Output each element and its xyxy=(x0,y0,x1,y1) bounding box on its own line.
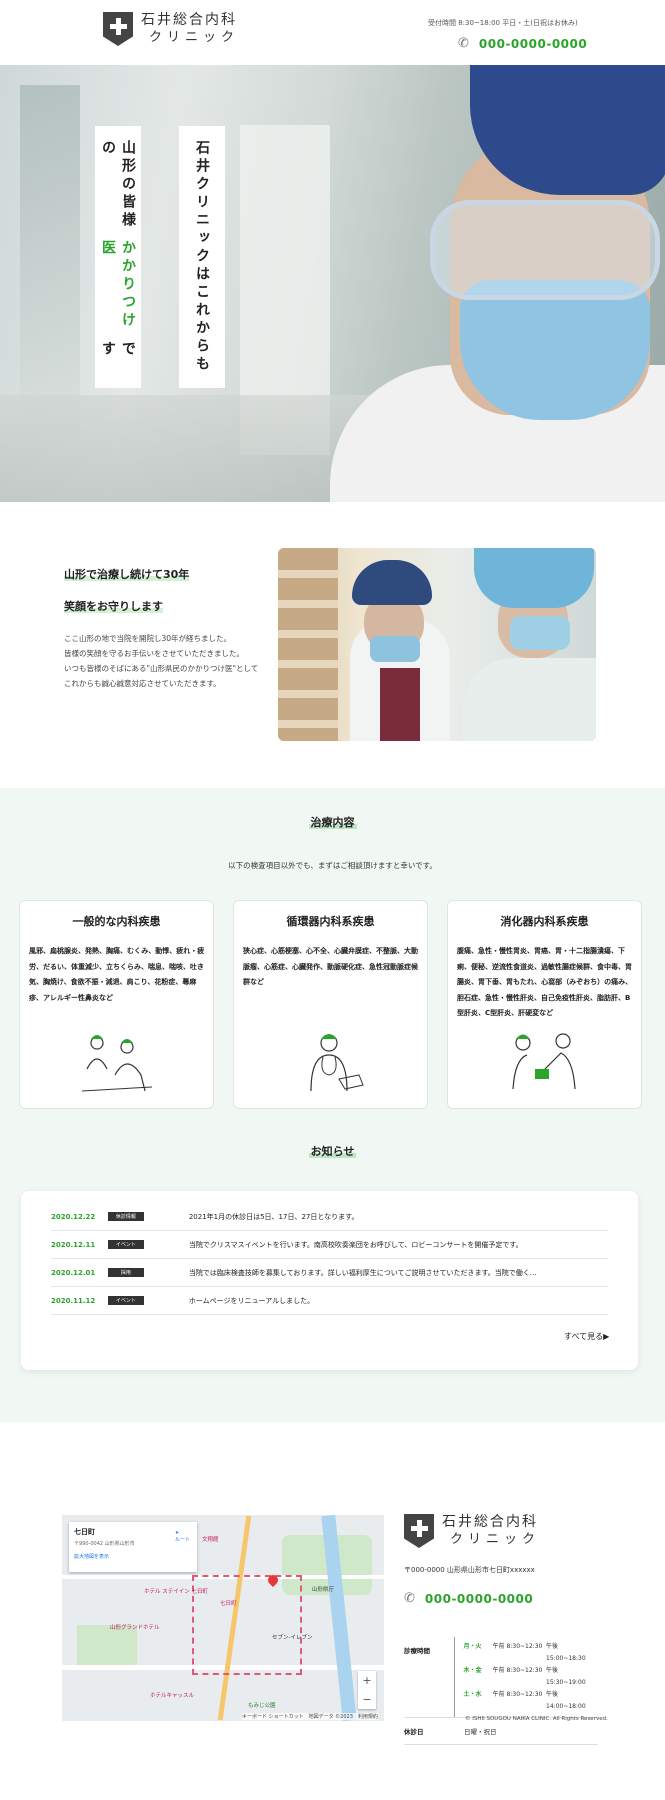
map-attribution[interactable]: キーボード ショートカット 地図データ ©2023 利用規約 xyxy=(242,1713,378,1720)
service-card-gastro[interactable]: 消化器内科系疾患 腹痛、急性・慢性胃炎、胃癌、胃・十二指腸潰瘍、下痢、便秘、逆流… xyxy=(447,900,642,1109)
news-tag: 採用 xyxy=(107,1268,144,1277)
footer-clinic-logo[interactable]: 石井総合内科 クリニック xyxy=(404,1514,540,1548)
news-item[interactable]: 2020.11.12 イベント ホームページをリニューアルしました。 xyxy=(51,1287,608,1315)
news-item[interactable]: 2020.12.11 イベント 当院でクリスマスイベントを行います。南高校吹奏楽… xyxy=(51,1231,608,1259)
doctor-consultation-illustration xyxy=(81,1035,153,1092)
services-subtitle: 以下の検査項目以外でも、まずはご相談頂けますと幸いです。 xyxy=(228,861,437,870)
news-text[interactable]: ホームページをリニューアルしました。 xyxy=(189,1296,608,1306)
site-header: 石井総合内科 クリニック 受付時間 8:30~18:00 平日・土(日祝はお休み… xyxy=(0,0,665,65)
hero-catchcopy-1: 石井クリニックはこれからも xyxy=(179,126,225,388)
footer-clinic-name-line2: クリニック xyxy=(450,1532,541,1547)
news-date: 2020.12.11 xyxy=(51,1240,96,1249)
service-card-general[interactable]: 一般的な内科疾患 風邪、扁桃腺炎、発熱、胸痛、むくみ、動悸、疲れ・疲労、だるい、… xyxy=(19,900,214,1109)
doctor-bloodpressure-illustration xyxy=(512,1033,576,1090)
map-route-button[interactable]: ➤ ルート xyxy=(175,1530,190,1543)
hero-catchcopy-2: 山形の皆様の かかりつけ医です xyxy=(95,126,141,388)
hours-label: 診療時間 xyxy=(404,1647,430,1655)
doctors-photo xyxy=(278,548,596,741)
news-tag: イベント xyxy=(107,1240,144,1249)
news-date: 2020.12.01 xyxy=(51,1268,96,1277)
intro-paragraph: ここ山形の地で当院を開院し30年が経ちました。 皆様の笑顔を守るお手伝いをさせて… xyxy=(64,634,259,688)
news-item[interactable]: 2020.12.01 採用 当院では臨床検査技師を募集しております。詳しい福利厚… xyxy=(51,1259,608,1287)
news-text[interactable]: 2021年1月の休診日は5日、17日、27日となります。 xyxy=(189,1212,608,1222)
copyright: © ISHII SOUGOU NAIKA CLINIC. All Rights … xyxy=(465,1716,608,1722)
service-card-text: 狭心症、心筋梗塞、心不全、心臓弁膜症、不整脈、大動脈瘤、心筋症、心臓発作、動脈硬… xyxy=(243,947,418,986)
map-enlarge-link[interactable]: 拡大地図を表示 xyxy=(74,1553,192,1560)
news-tag: イベント xyxy=(107,1296,144,1305)
google-map[interactable]: 文翔館 ホテル ステイイン 七日町 七日町 山形グランドホテル ホテルキャッスル… xyxy=(62,1515,384,1721)
cross-shield-icon xyxy=(103,12,133,46)
service-card-cardiology[interactable]: 循環器内科系疾患 狭心症、心筋梗塞、心不全、心臓弁膜症、不整脈、大動脈瘤、心筋症… xyxy=(233,900,428,1109)
intro-heading-1: 山形で治療し続けて30年 xyxy=(64,568,190,581)
footer-phone-number[interactable]: 000-0000-0000 xyxy=(425,1592,533,1606)
consultation-hours-table: 診療時間 月・火 午前 8:30~12:30 午後 15:00~18:30 木・金午… xyxy=(404,1637,598,1745)
services-title: 治療内容 xyxy=(308,816,357,829)
map-info-card: 七日町 〒990-0042 山形県山形市 拡大地図を表示 ➤ ルート xyxy=(69,1522,197,1572)
news-date: 2020.12.22 xyxy=(51,1212,96,1221)
clinic-name-line1: 石井総合内科 xyxy=(141,12,237,28)
header-phone-number[interactable]: 000-0000-0000 xyxy=(479,37,587,51)
service-card-text: 風邪、扁桃腺炎、発熱、胸痛、むくみ、動悸、疲れ・疲労、だるい、体重減少、立ちくら… xyxy=(29,947,205,1002)
news-more-link[interactable]: すべて見る▶ xyxy=(564,1331,609,1342)
intro-heading-2: 笑顔をお守りします xyxy=(64,600,163,613)
service-card-title: 一般的な内科疾患 xyxy=(72,915,161,928)
closed-label: 休診日 xyxy=(404,1728,424,1736)
cross-shield-icon xyxy=(404,1514,434,1548)
clinic-name-line2: クリニック xyxy=(149,30,240,45)
phone-icon: ✆ xyxy=(458,36,469,51)
news-panel: 2020.12.22 休診情報 2021年1月の休診日は5日、17日、27日とな… xyxy=(21,1191,638,1370)
zoom-in-button[interactable]: + xyxy=(358,1671,376,1690)
hero-text-highlight: かかりつけ医 xyxy=(100,240,136,331)
news-text[interactable]: 当院では臨床検査技師を募集しております。詳しい福利厚生についてご説明させていただ… xyxy=(189,1268,608,1278)
service-card-title: 消化器内科系疾患 xyxy=(500,915,589,928)
footer-phone[interactable]: ✆ 000-0000-0000 xyxy=(404,1591,533,1606)
news-tag: 休診情報 xyxy=(107,1212,144,1221)
news-date: 2020.11.12 xyxy=(51,1296,96,1305)
closed-row: 休診日 日曜・祝日 xyxy=(404,1718,598,1745)
service-card-text: 腹痛、急性・慢性胃炎、胃癌、胃・十二指腸潰瘍、下痢、便秘、逆流性食道炎、過敏性腸… xyxy=(457,947,633,1017)
footer-clinic-name-line1: 石井総合内科 xyxy=(442,1514,538,1530)
zoom-out-button[interactable]: − xyxy=(358,1690,376,1709)
hero-text-c: です xyxy=(100,340,136,359)
phone-icon: ✆ xyxy=(404,1591,415,1606)
header-phone[interactable]: ✆ 000-0000-0000 xyxy=(458,36,587,51)
directions-icon: ➤ xyxy=(174,1530,180,1536)
reception-hours: 受付時間 8:30~18:00 平日・土(日祝はお休み) xyxy=(428,19,578,27)
news-title: お知らせ xyxy=(308,1145,357,1158)
hours-row: 診療時間 月・火 午前 8:30~12:30 午後 15:00~18:30 木・金午… xyxy=(404,1637,598,1718)
hero-text-a: 山形の皆様の xyxy=(100,140,136,230)
clinic-logo[interactable]: 石井総合内科 クリニック xyxy=(103,12,239,46)
news-text[interactable]: 当院でクリスマスイベントを行います。南高校吹奏楽団をお呼びして、ロビーコンサート… xyxy=(189,1240,608,1250)
footer-address: 〒000-0000 山形県山形市七日町xxxxxx xyxy=(404,1566,535,1574)
doctor-stethoscope-illustration xyxy=(310,1034,364,1092)
map-zoom-control[interactable]: + − xyxy=(358,1671,376,1709)
news-item[interactable]: 2020.12.22 休診情報 2021年1月の休診日は5日、17日、27日とな… xyxy=(51,1203,608,1231)
service-card-title: 循環器内科系疾患 xyxy=(286,915,375,928)
